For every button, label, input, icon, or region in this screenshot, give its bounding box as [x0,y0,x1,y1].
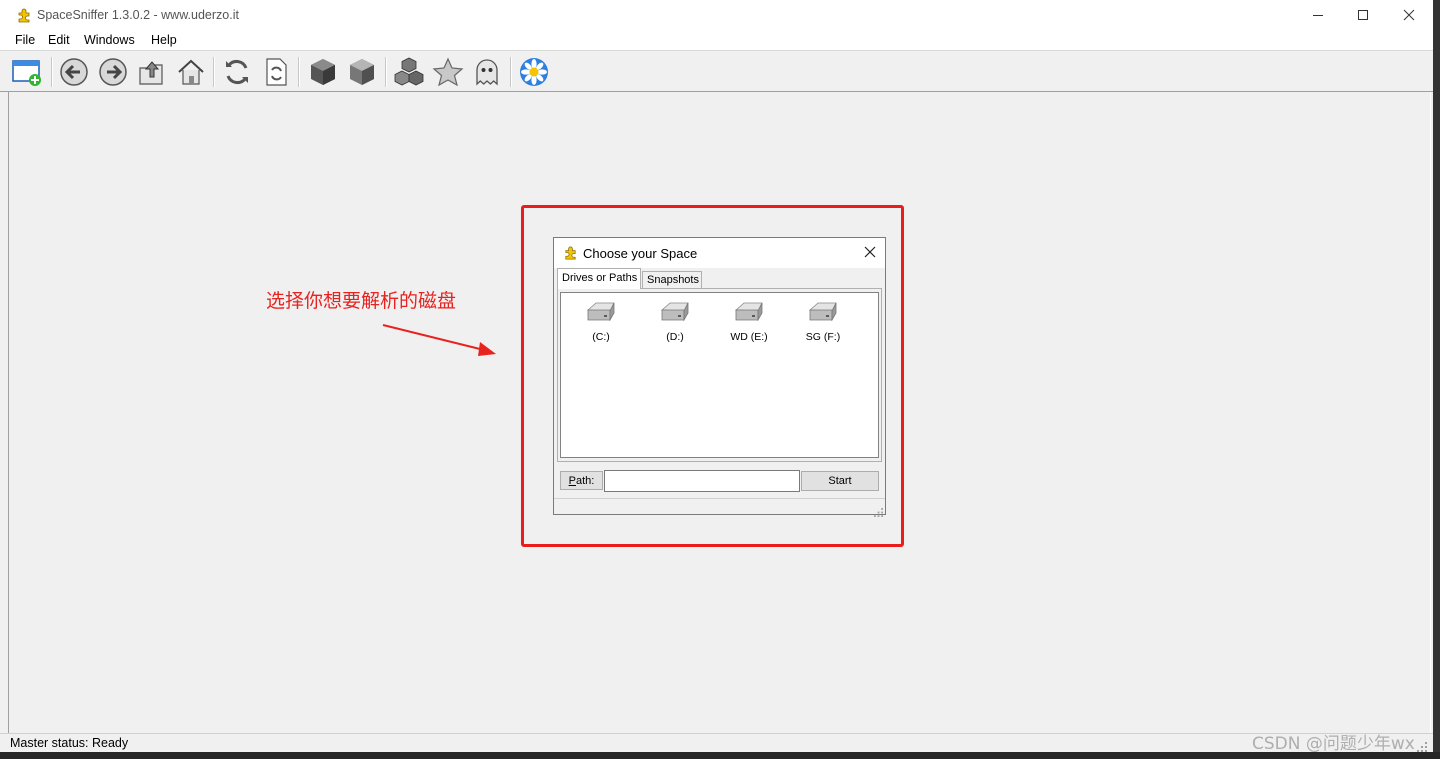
ghost-button[interactable] [470,56,504,88]
cube-light-icon [350,59,374,85]
settings-flower-button[interactable] [517,56,551,88]
choose-space-dialog: Choose your Space Drives or Paths Snapsh… [553,237,886,517]
drive-item-d[interactable]: (D:) [640,300,710,350]
menu-edit[interactable]: Edit [48,33,70,47]
tab-drives-or-paths[interactable]: Drives or Paths [557,268,641,289]
background-window-edge [1433,0,1440,759]
cube-dark-icon [311,59,335,85]
drives-list: (C:) (D:) WD (E:) SG (F:) [560,292,879,458]
star-icon [432,57,464,87]
path-input[interactable] [604,470,800,492]
forward-button[interactable] [96,56,130,88]
refresh-document-icon [266,58,287,86]
hard-drive-icon [586,302,615,322]
up-folder-icon [139,61,163,85]
cubes-button[interactable] [392,56,426,88]
resize-grip-icon[interactable] [1417,740,1427,752]
drive-label: SG (F:) [805,331,841,343]
new-window-button[interactable] [10,56,44,88]
drives-tab-panel: (C:) (D:) WD (E:) SG (F:) [557,288,882,462]
drive-label: (D:) [666,331,684,343]
status-bar: Master status: Ready [0,733,1433,752]
annotation-arrow-icon [382,324,496,356]
master-status: Master status: Ready [10,736,129,750]
refresh-button[interactable] [220,56,254,88]
annotation-text: 选择你想要解析的磁盘 [266,290,457,312]
puzzle-app-icon [563,245,578,260]
back-arrow-icon [60,58,88,86]
watermark: CSDN @问题少年wx [1252,734,1415,754]
refresh-document-button[interactable] [259,56,293,88]
window-title: SpaceSniffer 1.3.0.2 - www.uderzo.it [37,8,239,22]
dark-cube-button[interactable] [306,56,340,88]
close-icon [1403,9,1415,21]
new-window-icon [12,60,41,86]
cubes-icon [394,57,424,86]
ghost-icon [476,59,498,86]
minimize-button[interactable] [1295,0,1341,30]
home-button[interactable] [174,56,208,88]
hard-drive-icon [660,302,689,322]
light-cube-button[interactable] [345,56,379,88]
drive-label: WD (E:) [730,331,768,343]
forward-arrow-icon [99,58,127,86]
path-label-button[interactable]: Path: [560,471,603,490]
maximize-icon [1358,10,1368,20]
close-icon [864,246,876,258]
menu-windows[interactable]: Windows [84,33,135,47]
hard-drive-icon [808,302,837,322]
minimize-icon [1313,15,1323,16]
drive-item-c[interactable]: (C:) [566,300,636,350]
start-button[interactable]: Start [801,471,879,491]
close-button[interactable] [1386,0,1432,30]
back-button[interactable] [57,56,91,88]
favorites-button[interactable] [431,56,465,88]
title-bar: SpaceSniffer 1.3.0.2 - www.uderzo.it [0,0,1433,30]
drive-item-e[interactable]: WD (E:) [714,300,784,350]
refresh-icon [226,60,248,84]
drive-item-f[interactable]: SG (F:) [788,300,858,350]
flower-icon [520,58,548,86]
drive-label: (C:) [592,331,610,343]
menu-bar: File Edit Windows Help [0,30,1433,50]
tab-snapshots[interactable]: Snapshots [642,271,702,289]
home-icon [178,59,204,85]
up-folder-button[interactable] [135,56,169,88]
dialog-title-bar: Choose your Space [554,238,885,268]
hard-drive-icon [734,302,763,322]
resize-grip-icon[interactable] [874,505,883,517]
background-window-edge-bottom [0,752,1440,759]
puzzle-app-icon [16,7,32,23]
menu-help[interactable]: Help [151,33,177,47]
dialog-close-button[interactable] [863,245,877,259]
menu-file[interactable]: File [15,33,35,47]
dialog-status-bar [554,498,885,517]
maximize-button[interactable] [1340,0,1386,30]
toolbar [0,50,1433,92]
dialog-title: Choose your Space [583,246,698,261]
